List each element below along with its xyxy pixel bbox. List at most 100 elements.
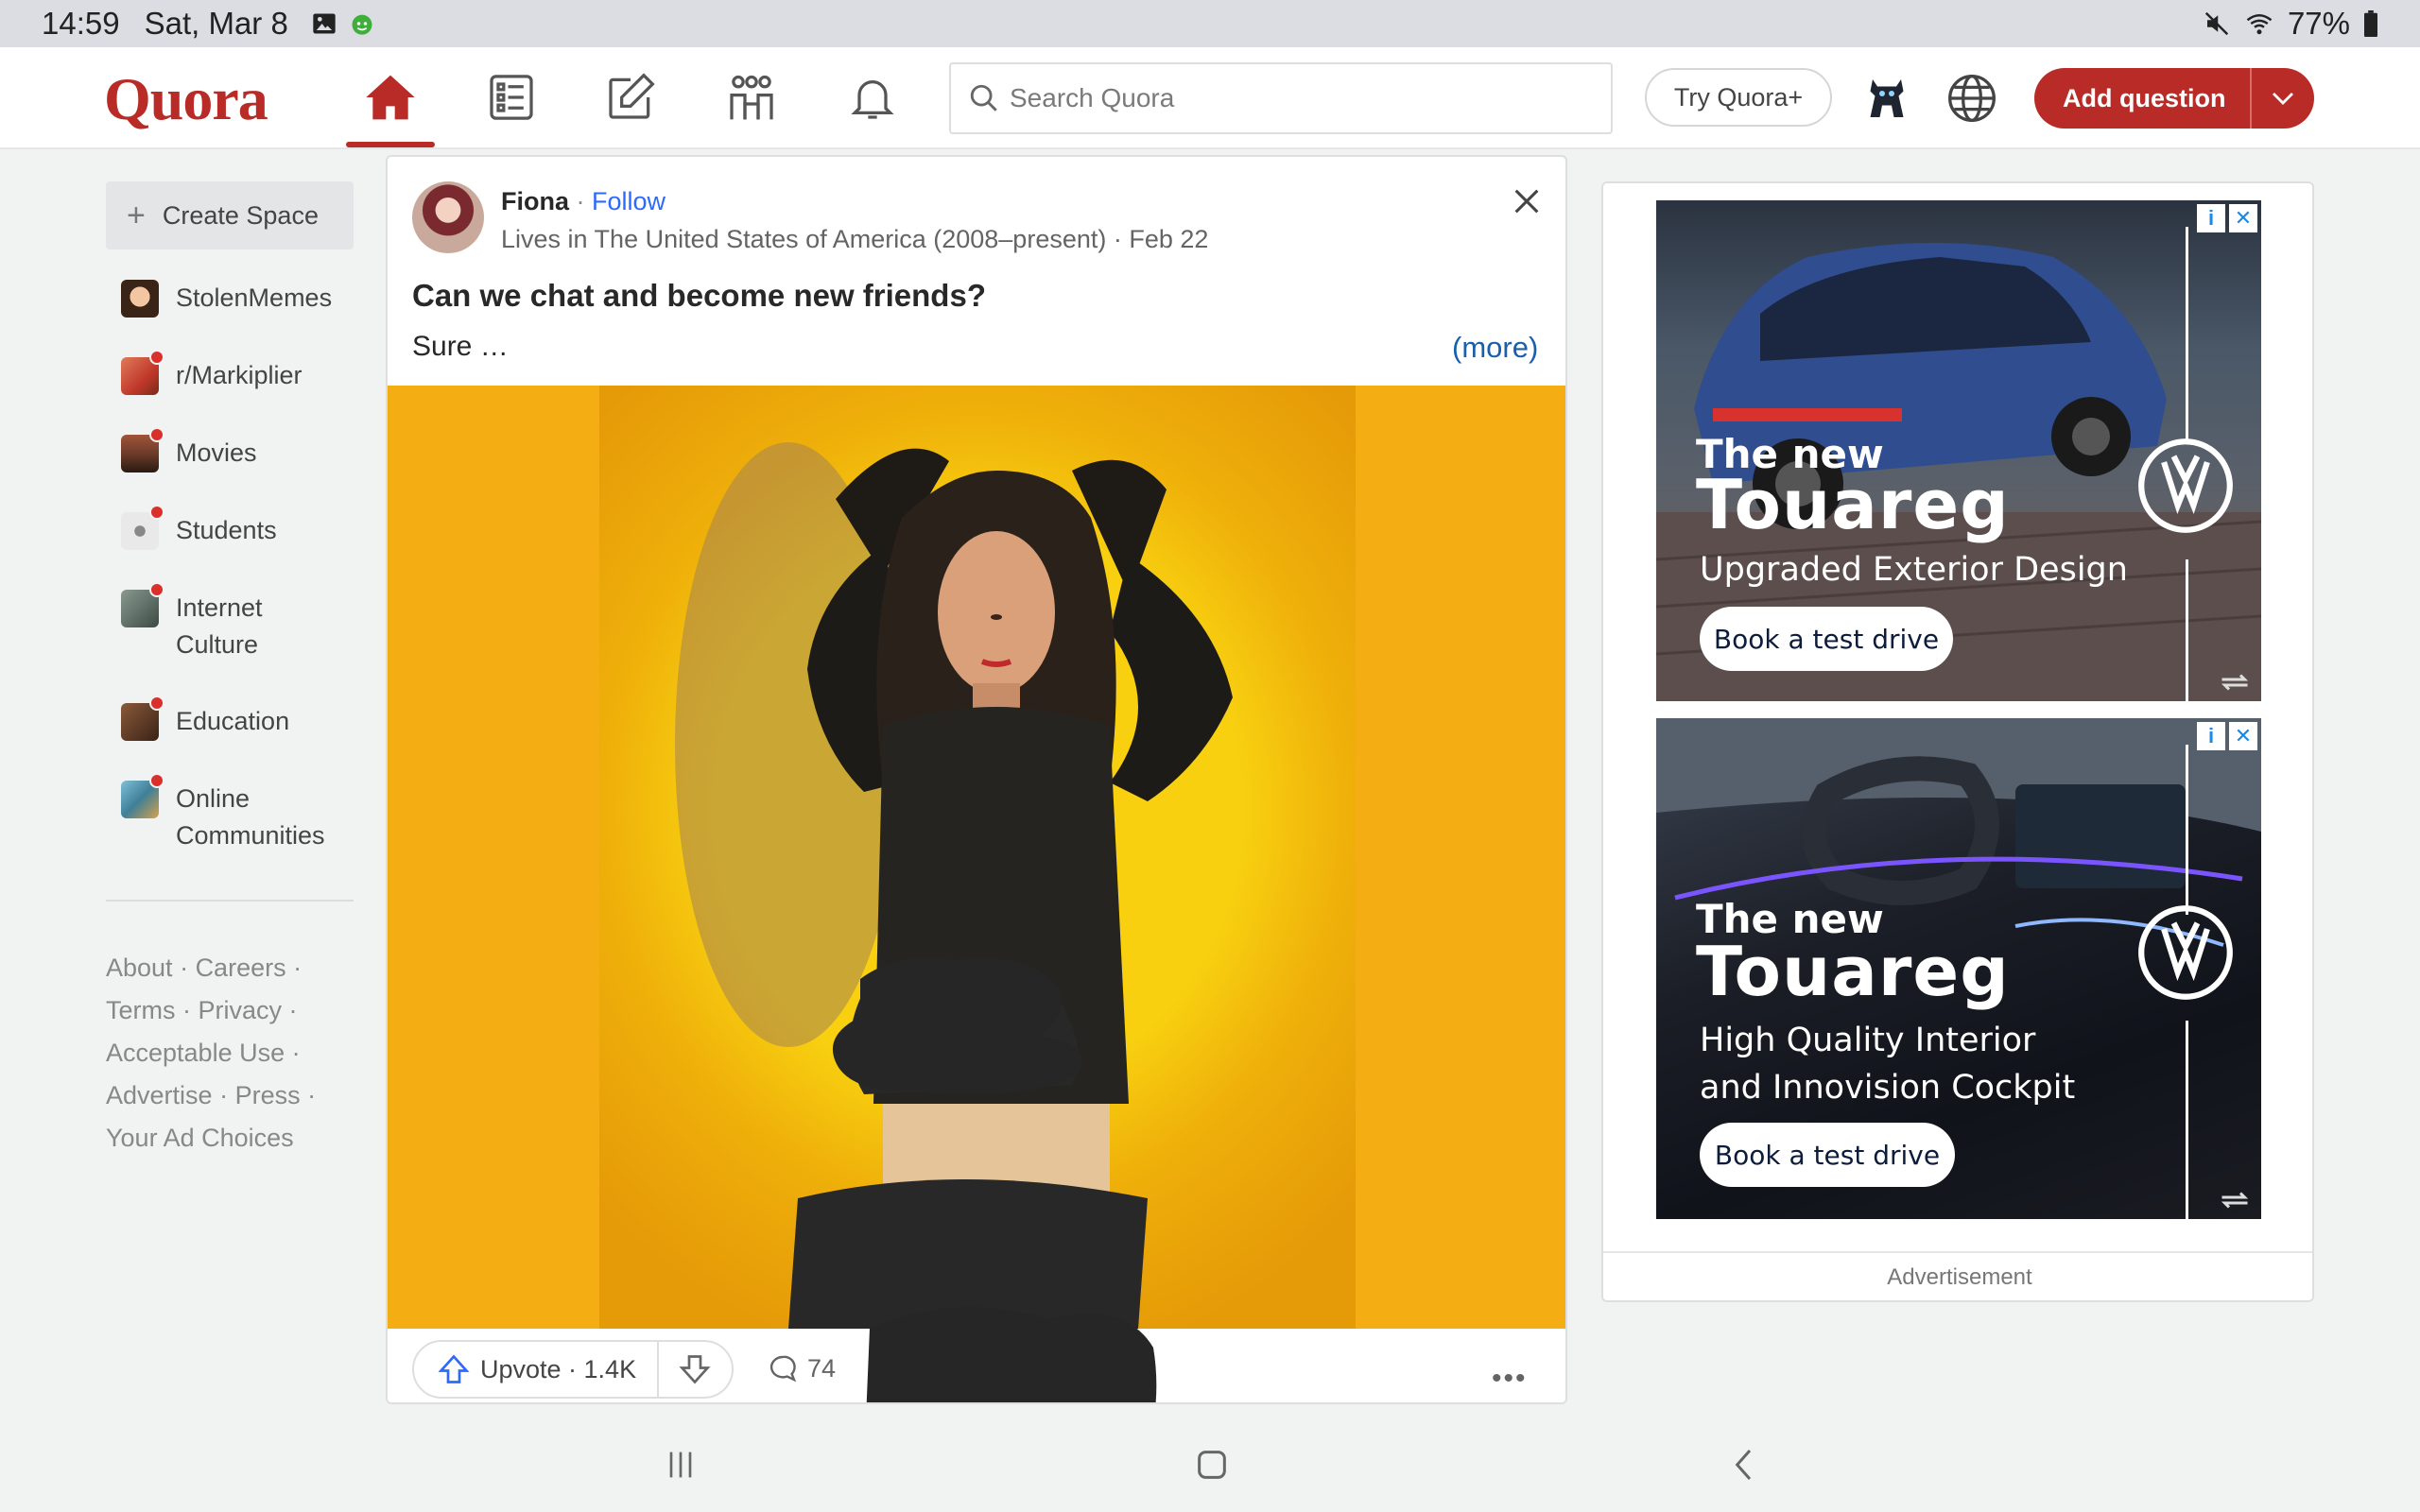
sidebar: + Create Space StolenMemes r/Markiplier …: [106, 181, 354, 1160]
footer-privacy-link[interactable]: Privacy: [199, 996, 283, 1024]
footer-acceptable-use-link[interactable]: Acceptable Use: [106, 1039, 285, 1067]
vw-logo-icon: [2138, 438, 2233, 533]
home-icon: [366, 75, 415, 120]
notification-dot: [149, 505, 164, 520]
sidebar-item-internet-culture[interactable]: Internet Culture: [106, 582, 354, 663]
edit-icon: [609, 73, 655, 119]
sidebar-item-label: StolenMemes: [176, 284, 333, 312]
space-thumbnail: [121, 773, 164, 818]
app-notification-icon: [352, 14, 372, 35]
space-thumbnail: [121, 280, 159, 318]
ad-model: Touareg: [1696, 932, 2010, 1011]
sidebar-item-online-communities[interactable]: Online Communities: [106, 773, 354, 854]
create-space-label: Create Space: [162, 200, 319, 230]
create-space-button[interactable]: + Create Space: [106, 181, 354, 249]
add-question-button[interactable]: Add question: [2034, 68, 2314, 129]
close-icon[interactable]: [1511, 185, 1543, 217]
plus-icon: +: [127, 197, 146, 233]
ad-tagline: Upgraded Exterior Design: [1700, 551, 2128, 589]
status-time: 14:59: [42, 6, 120, 41]
try-quora-plus-button[interactable]: Try Quora+: [1645, 68, 1832, 127]
author-name[interactable]: Fiona: [501, 187, 569, 215]
ad-close-icon[interactable]: ✕: [2229, 204, 2257, 232]
search-icon: [970, 84, 997, 112]
ad-info-icon[interactable]: i: [2197, 722, 2225, 750]
footer-links: About · Careers · Terms · Privacy · Acce…: [106, 954, 317, 1152]
add-question-dropdown[interactable]: [2252, 84, 2314, 112]
sidebar-item-movies[interactable]: Movies: [106, 427, 354, 472]
ad-banner-interior[interactable]: i ✕ The new Touareg High Quality Interio…: [1656, 718, 2261, 1219]
status-date: Sat, Mar 8: [144, 6, 288, 41]
advertisement-label: Advertisement: [1887, 1264, 2032, 1290]
space-thumbnail: [121, 350, 164, 395]
language-globe-icon[interactable]: [1945, 72, 1998, 125]
system-navigation-bar: [0, 1418, 2420, 1512]
space-thumbnail: [121, 582, 164, 627]
notification-dot: [149, 773, 164, 788]
notifications-nav-button[interactable]: [830, 66, 915, 129]
battery-icon: [2364, 10, 2377, 37]
add-question-label: Add question: [2063, 83, 2226, 112]
ad-info-icon[interactable]: i: [2197, 204, 2225, 232]
following-nav-button[interactable]: [469, 66, 554, 129]
ad-tagline-2: and Innovision Cockpit: [1700, 1069, 2076, 1107]
battery-percent: 77%: [2287, 6, 2350, 41]
question-title[interactable]: Can we chat and become new friends?: [412, 278, 986, 314]
list-icon: [490, 75, 533, 120]
sidebar-item-education[interactable]: Education: [106, 696, 354, 741]
spaces-nav-button[interactable]: [709, 66, 794, 129]
ad-model: Touareg: [1696, 465, 2010, 544]
author-line: Fiona · Follow: [501, 187, 666, 215]
replay-icon[interactable]: [2218, 1189, 2252, 1211]
sidebar-divider: [106, 900, 354, 902]
home-nav-button[interactable]: [348, 66, 433, 129]
home-system-icon[interactable]: [1193, 1446, 1231, 1484]
author-avatar[interactable]: [412, 181, 484, 253]
more-link[interactable]: (more): [1452, 331, 1538, 365]
post-card: Fiona · Follow Lives in The United State…: [386, 155, 1567, 1404]
quora-logo[interactable]: Quora: [104, 64, 268, 134]
vw-logo-icon: [2138, 905, 2233, 1000]
sidebar-item-label: r/Markiplier: [176, 361, 302, 389]
ad-close-icon[interactable]: ✕: [2229, 722, 2257, 750]
space-thumbnail: [121, 505, 164, 550]
sidebar-item-stolenmemes[interactable]: StolenMemes: [106, 280, 354, 318]
notification-dot: [149, 350, 164, 365]
footer-careers-link[interactable]: Careers: [196, 954, 286, 982]
people-icon: [730, 75, 773, 120]
footer-terms-link[interactable]: Terms: [106, 996, 176, 1024]
recent-apps-icon[interactable]: [662, 1446, 700, 1484]
arrow-down-icon: [679, 1355, 711, 1384]
ad-cta-button[interactable]: Book a test drive: [1700, 1123, 1955, 1187]
home-active-indicator: [346, 142, 435, 147]
upvote-button[interactable]: Upvote · 1.4K: [414, 1352, 657, 1386]
space-thumbnail: [121, 696, 164, 741]
answer-snippet[interactable]: Sure …: [412, 331, 509, 363]
more-options-button[interactable]: •••: [1492, 1363, 1528, 1395]
answer-nav-button[interactable]: [588, 66, 673, 129]
gallery-icon: [313, 13, 336, 34]
replay-icon[interactable]: [2218, 671, 2252, 694]
back-icon[interactable]: [1726, 1446, 1764, 1484]
sidebar-item-students[interactable]: Students: [106, 505, 354, 550]
sidebar-item-label: Education: [176, 707, 290, 735]
author-credential: Lives in The United States of America (2…: [501, 225, 1209, 253]
notification-dot: [149, 696, 164, 711]
downvote-button[interactable]: [659, 1352, 733, 1386]
profile-avatar[interactable]: [1858, 70, 1915, 127]
notification-dot: [149, 582, 164, 597]
search-box[interactable]: [949, 62, 1613, 134]
ad-banner-exterior[interactable]: i ✕ The new Touareg Upgraded Exterior De…: [1656, 200, 2261, 701]
sidebar-item-markiplier[interactable]: r/Markiplier: [106, 350, 354, 395]
redaction-scribble: [832, 957, 1157, 1402]
footer-ad-choices-link[interactable]: Your Ad Choices: [106, 1124, 294, 1152]
footer-press-link[interactable]: Press: [235, 1081, 301, 1109]
wifi-icon: [2246, 14, 2273, 35]
footer-about-link[interactable]: About: [106, 954, 173, 982]
search-input[interactable]: [1010, 83, 1577, 113]
bell-icon: [851, 80, 894, 119]
ad-cta-button[interactable]: Book a test drive: [1700, 607, 1953, 671]
chevron-down-icon: [2273, 93, 2293, 105]
footer-advertise-link[interactable]: Advertise: [106, 1081, 213, 1109]
follow-link[interactable]: Follow: [592, 187, 666, 215]
